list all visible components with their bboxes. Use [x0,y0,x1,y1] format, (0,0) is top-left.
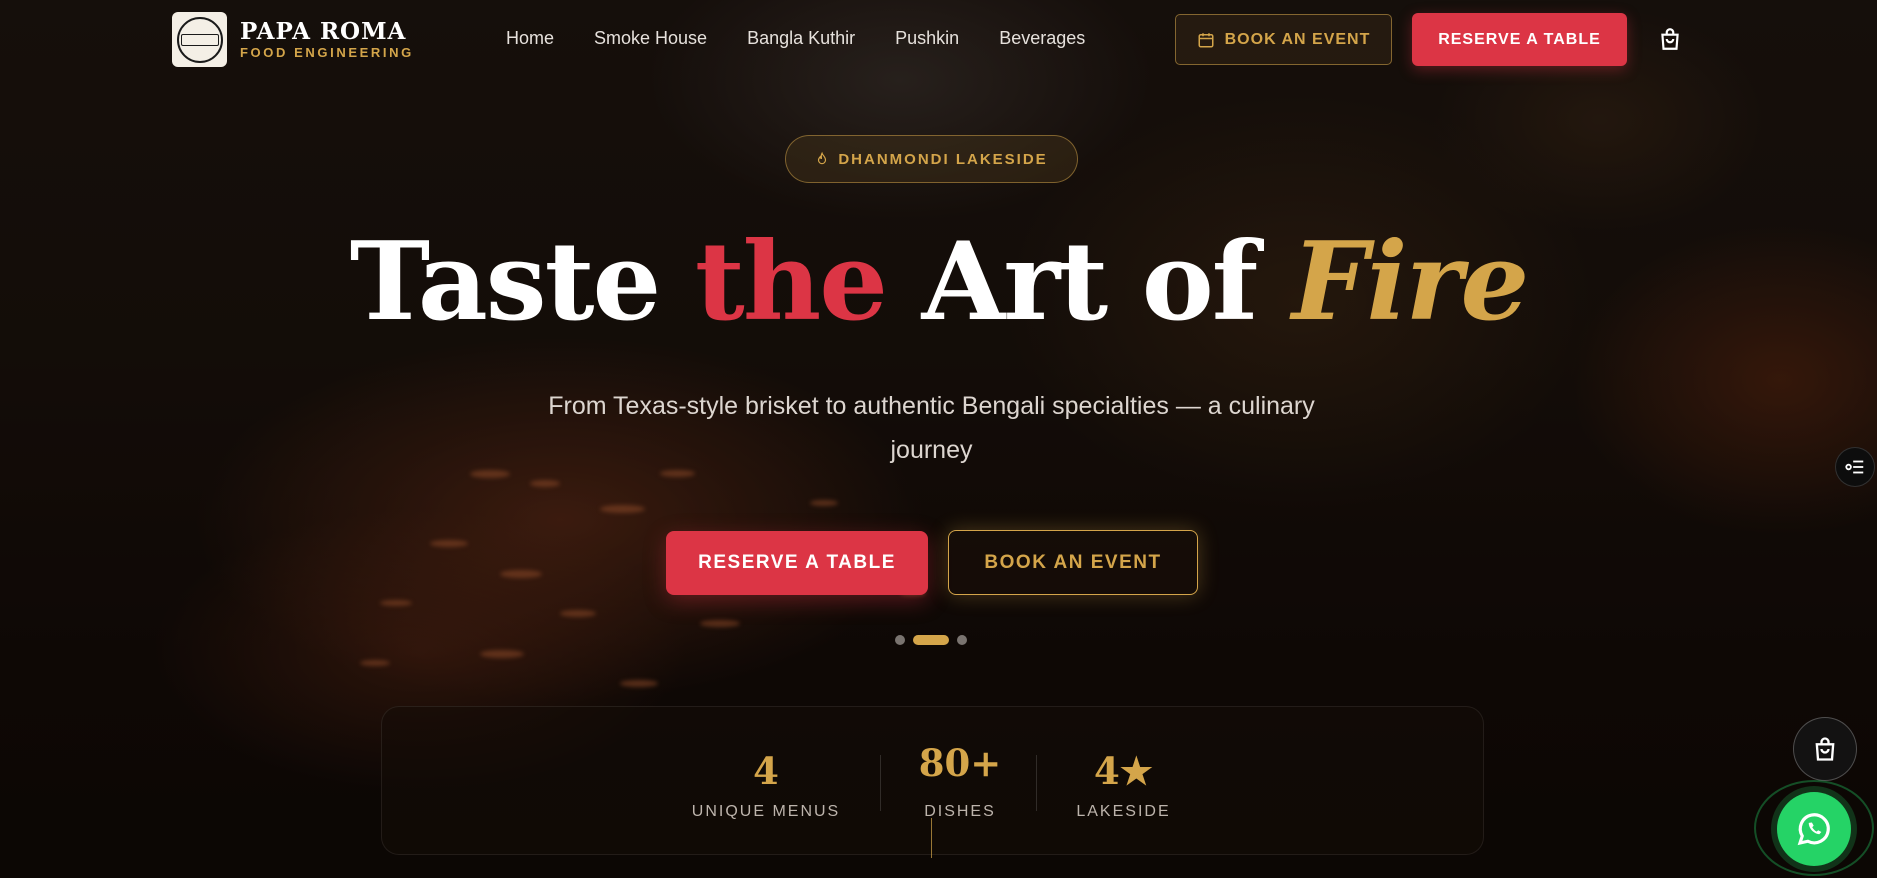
stats-panel: 4 UNIQUE MENUS 80+ DISHES 4★ LAKESIDE [381,706,1484,855]
nav-item-bangla-kuthir[interactable]: Bangla Kuthir [747,28,855,49]
menu-filter-button[interactable] [1835,447,1875,487]
whatsapp-icon [1797,813,1830,846]
hero-book-event-button[interactable]: BOOK AN EVENT [948,530,1198,595]
header-reserve-table-button[interactable]: RESERVE A TABLE [1412,13,1627,66]
shopping-bag-icon [1815,737,1835,761]
stat-value: 4★ [1094,749,1153,793]
floating-cart-button[interactable] [1793,717,1857,781]
nav-item-smoke-house[interactable]: Smoke House [594,28,707,49]
stat-label: DISHES [924,803,996,820]
filter-icon [1845,460,1864,474]
hero-subtitle: From Texas-style brisket to authentic Be… [548,392,1315,464]
location-badge: DHANMONDI LAKESIDE [785,135,1078,183]
hero-reserve-label: RESERVE A TABLE [698,552,896,573]
headline-word-taste: Taste [349,219,661,345]
shopping-bag-icon [1661,28,1679,50]
flame-icon [818,151,827,165]
slide-dot-3[interactable] [957,635,967,645]
header-reserve-label: RESERVE A TABLE [1438,30,1601,48]
hero-book-event-label: BOOK AN EVENT [984,551,1162,573]
site-header: PAPA ROMA FOOD ENGINEERING Home Smoke Ho… [0,0,1877,78]
header-book-event-label: BOOK AN EVENT [1224,30,1371,48]
nav-item-home[interactable]: Home [506,28,554,49]
headline-word-art-of: Art of [921,219,1259,345]
nav-item-pushkin[interactable]: Pushkin [895,28,959,49]
logo-seal-icon [176,16,223,63]
brand-logo[interactable] [172,12,227,67]
stat-value: 80+ [918,741,1002,785]
headline-word-fire: Fire [1291,219,1529,345]
stat-label: UNIQUE MENUS [691,803,841,820]
scroll-indicator-line [931,818,932,858]
brand-name[interactable]: PAPA ROMA [240,18,406,45]
main-nav: Home Smoke House Bangla Kuthir Pushkin B… [506,28,1125,49]
stat-value: 4 [753,749,779,793]
headline-word-the: the [694,219,888,345]
hero-reserve-table-button[interactable]: RESERVE A TABLE [666,531,928,595]
stat-divider [880,755,881,811]
slide-dot-1[interactable] [895,635,905,645]
calendar-icon [1198,32,1214,47]
cart-button[interactable] [1657,26,1683,52]
header-book-event-button[interactable]: BOOK AN EVENT [1175,14,1392,65]
location-badge-label: DHANMONDI LAKESIDE [838,150,1048,168]
slide-indicators [895,635,967,645]
stat-divider [1036,755,1037,811]
slide-dot-2[interactable] [913,635,949,645]
brand-tagline: FOOD ENGINEERING [240,45,414,60]
hero-headline: Taste the Art of Fire [0,222,1877,342]
stat-label: LAKESIDE [1076,803,1171,820]
whatsapp-button[interactable] [1777,792,1851,866]
nav-item-beverages[interactable]: Beverages [999,28,1085,49]
